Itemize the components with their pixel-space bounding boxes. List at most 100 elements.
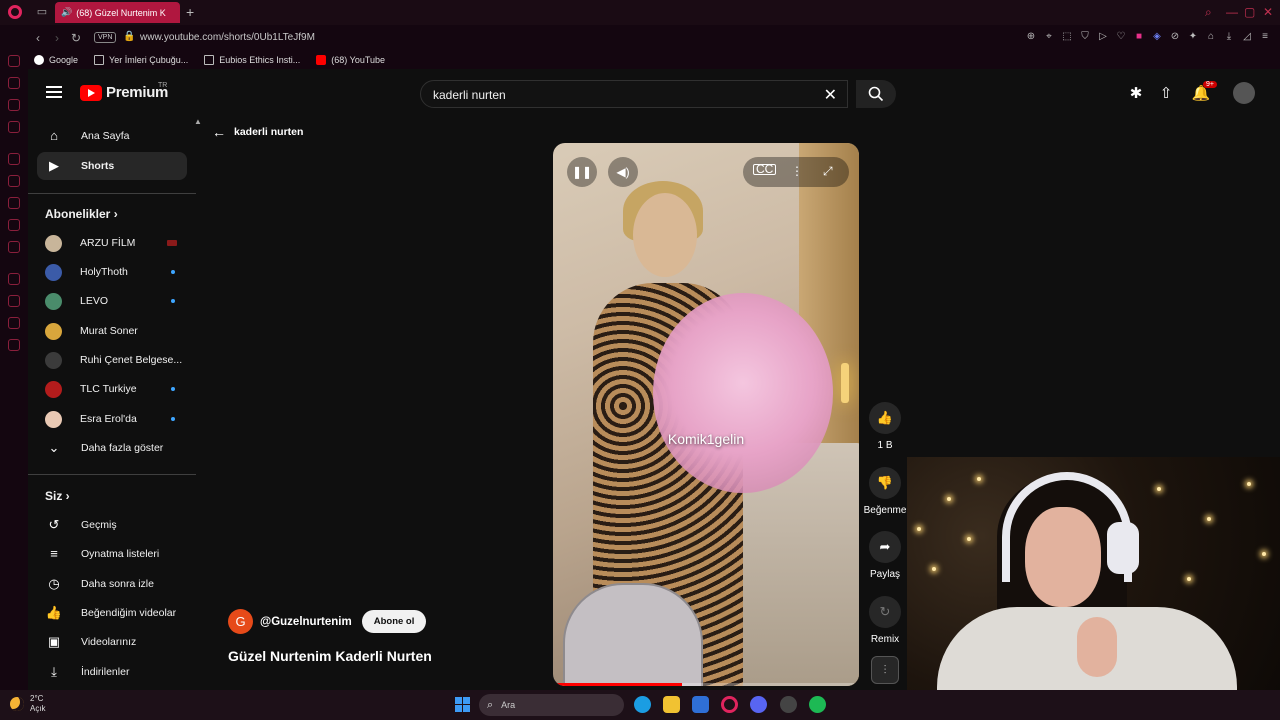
sidebar-item-sub-arzu-film[interactable]: ARZU FİLM (37, 229, 187, 257)
sidebar-item-watch-later[interactable]: ◷ Daha sonra izle (37, 570, 187, 598)
account-avatar[interactable] (1233, 82, 1255, 104)
clock-side-icon[interactable] (8, 295, 20, 307)
new-tab-button[interactable]: + (186, 4, 194, 20)
youtube-logo[interactable]: Premium (80, 84, 168, 101)
sidebar-item-shorts[interactable]: ▶ Shorts (37, 152, 187, 180)
weather-widget[interactable]: 2°C Açık (10, 694, 46, 714)
vpn-badge[interactable]: VPN (94, 32, 117, 43)
ext-pink-icon[interactable]: ■ (1134, 31, 1144, 43)
url-field[interactable]: www.youtube.com/shorts/0Ub1LTeJf9M (140, 32, 315, 43)
more-options-icon[interactable]: ⋮ (791, 164, 803, 178)
minimize-button[interactable]: — (1226, 5, 1238, 19)
opera-logo-icon[interactable] (8, 5, 22, 19)
taskbar-search[interactable]: ⌕ Ara (479, 694, 624, 716)
channel-handle[interactable]: @Guzelnurtenim (260, 616, 352, 628)
bookmark-google[interactable]: Google (34, 55, 78, 65)
dislike-button[interactable]: 👎 (869, 467, 901, 499)
sidebar-item-sub-ruhi-cenet[interactable]: Ruhi Çenet Belgese... (37, 346, 187, 374)
short-title[interactable]: Güzel Nurtenim Kaderli Nurten (228, 648, 432, 664)
opera-taskbar-icon[interactable] (721, 696, 738, 713)
channel-avatar[interactable]: G (228, 609, 253, 634)
sidebar-app-icon[interactable] (8, 121, 20, 133)
video-progress-bar[interactable] (553, 683, 859, 686)
you-section-title[interactable]: Siz › (45, 489, 70, 503)
show-more-button[interactable]: ⌄ Daha fazla göster (37, 434, 187, 462)
forward-nav-icon[interactable]: › (55, 31, 59, 45)
maximize-button[interactable]: ▢ (1244, 5, 1255, 19)
sidebar-item-sub-murat-soner[interactable]: Murat Soner (37, 317, 187, 345)
sidebar-item-downloads[interactable]: ⤓ İndirilenler (37, 658, 187, 686)
sidebar-item-sub-holythoth[interactable]: HolyThoth (37, 258, 187, 286)
obs-icon[interactable] (780, 696, 797, 713)
share-button[interactable]: ➦ (869, 531, 901, 563)
scroll-up-icon[interactable]: ▲ (194, 117, 202, 126)
lock-icon[interactable]: 🔒 (123, 31, 135, 42)
aria-ai-icon[interactable]: ◿ (1242, 31, 1252, 43)
zoom-icon[interactable]: ⊕ (1026, 31, 1036, 43)
shield-icon[interactable]: ⛉ (1080, 31, 1090, 43)
sidebar-item-your-videos[interactable]: ▣ Videolarınız (37, 628, 187, 656)
fullscreen-icon[interactable]: ⤢ (823, 164, 833, 179)
history-side-icon[interactable] (8, 273, 20, 285)
captions-icon[interactable]: CC (753, 163, 777, 175)
pinboard-icon[interactable] (8, 317, 20, 329)
remix-button[interactable]: ↻ (869, 596, 901, 628)
bookmark-folder[interactable]: Yer İmleri Çubuğu... (94, 55, 188, 65)
spotify-icon[interactable] (809, 696, 826, 713)
sidebar-app-icon[interactable] (8, 77, 20, 89)
sparkle-create-icon[interactable]: ✱ (1126, 84, 1146, 104)
sidebar-item-sub-tlc-turkiye[interactable]: TLC Turkiye (37, 375, 187, 403)
sound-remix-icon[interactable]: ⫶ (871, 656, 899, 684)
snapshot-icon[interactable]: ⬚ (1062, 31, 1072, 43)
bookmark-youtube[interactable]: (68) YouTube (316, 55, 385, 65)
sidebar-app-icon[interactable] (8, 99, 20, 111)
subscriptions-title[interactable]: Abonelikler › (45, 207, 118, 221)
pause-button[interactable]: ❚❚ (567, 157, 597, 187)
sidebar-app-icon[interactable] (8, 55, 20, 67)
discord-icon[interactable] (8, 241, 20, 253)
puzzle-icon[interactable]: ✦ (1188, 31, 1198, 43)
instagram-icon[interactable] (8, 197, 20, 209)
close-window-button[interactable]: ✕ (1263, 5, 1273, 19)
discord-taskbar-icon[interactable] (750, 696, 767, 713)
play-icon[interactable]: ▷ (1098, 31, 1108, 43)
search-button[interactable] (856, 80, 896, 108)
ext-blue-icon[interactable]: ◈ (1152, 31, 1162, 43)
like-button[interactable]: 👍 (869, 402, 901, 434)
bookmark-eubios[interactable]: Eubios Ethics Insti... (204, 55, 300, 65)
hamburger-menu-icon[interactable] (46, 86, 62, 98)
file-explorer-icon[interactable] (663, 696, 680, 713)
tab-active[interactable]: 🔊 (68) Güzel Nurtenim K (55, 2, 180, 23)
whatsapp-icon[interactable] (8, 175, 20, 187)
sidebar-item-liked-videos[interactable]: 👍 Beğendiğim videolar (37, 599, 187, 627)
opera-ext-icon[interactable]: ⊘ (1170, 31, 1180, 43)
search-input[interactable]: kaderli nurten ✕ (420, 80, 848, 108)
tab-audio-icon[interactable]: 🔊 (61, 7, 72, 18)
x-icon[interactable] (8, 219, 20, 231)
pin-icon[interactable]: ⌖ (1044, 31, 1054, 43)
back-to-search-link[interactable]: ← kaderli nurten (212, 124, 303, 140)
back-nav-icon[interactable]: ‹ (36, 31, 40, 45)
tab-list-icon[interactable]: ▭ (36, 6, 48, 18)
shorts-video-player[interactable]: Komik1gelin ❚❚ ◀) CC ⋮ ⤢ (553, 143, 859, 686)
settings-icon[interactable] (8, 339, 20, 351)
upload-icon[interactable]: ⇧ (1156, 84, 1176, 104)
edge-icon[interactable] (634, 696, 651, 713)
sidebar-item-playlists[interactable]: ≡ Oynatma listeleri (37, 540, 187, 568)
wallet-icon[interactable]: ⌂ (1206, 31, 1216, 43)
volume-button[interactable]: ◀) (608, 157, 638, 187)
heart-icon[interactable]: ♡ (1116, 31, 1126, 43)
search-tabs-icon[interactable]: ⌕ (1205, 5, 1212, 20)
outlook-icon[interactable] (692, 696, 709, 713)
messenger-icon[interactable] (8, 153, 20, 165)
subscribe-button[interactable]: Abone ol (361, 610, 427, 633)
sidebar-item-sub-esra-erol[interactable]: Esra Erol'da (37, 405, 187, 433)
clear-search-icon[interactable]: ✕ (824, 85, 837, 105)
start-button[interactable] (455, 697, 470, 712)
reload-icon[interactable]: ↻ (71, 31, 81, 45)
sidebar-item-home[interactable]: ⌂ Ana Sayfa (37, 122, 187, 150)
download-toolbar-icon[interactable]: ⤓ (1224, 31, 1234, 43)
menu-icon[interactable]: ≡ (1260, 31, 1270, 43)
sidebar-item-sub-levo[interactable]: LEVO (37, 287, 187, 315)
sidebar-item-history[interactable]: ↺ Geçmiş (37, 511, 187, 539)
